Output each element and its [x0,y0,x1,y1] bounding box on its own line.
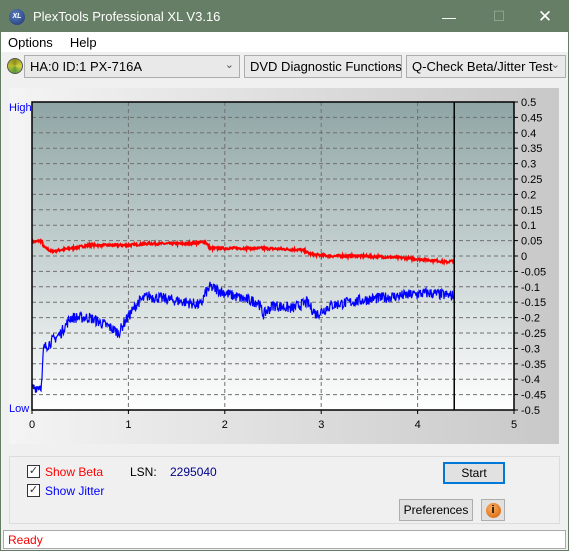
y-tick-label: -0.5 [521,405,540,417]
y-tick-label: -0.45 [521,390,546,402]
x-tick-label: 1 [125,419,131,431]
high-label: High [9,102,32,114]
test-value: Q-Check Beta/Jitter Test [412,59,553,74]
y-tick-label: -0.2 [521,313,540,325]
show-beta-label: Show Beta [45,465,104,479]
x-tick-label: 3 [318,419,324,431]
y-tick-label: 0.05 [521,236,542,248]
disc-icon [7,58,23,74]
chevron-down-icon: ⌄ [224,59,234,71]
y-tick-label: 0.45 [521,112,542,124]
toolbar: HA:0 ID:1 PX-716A ⌄ DVD Diagnostic Functi… [1,54,568,80]
x-tick-label: 2 [222,419,228,431]
menu-help[interactable]: Help [70,35,97,50]
menu-bar: Options Help [1,32,568,52]
start-button[interactable]: Start [443,462,505,484]
low-label: Low [9,403,29,415]
info-icon: i [485,502,501,518]
chart-panel: 0.5 0.45 0.4 0.35 0.3 0.25 0.2 0.15 0.1 0.05 0 -0.0… [9,88,559,444]
app-window: XL PlexTools Professional XL V3.16 — ☐ ✕… [0,0,569,551]
y-tick-label: -0.35 [521,359,546,371]
drive-select[interactable]: HA:0 ID:1 PX-716A ⌄ [24,55,240,78]
y-tick-label: 0.25 [521,174,542,186]
maximize-button[interactable]: ☐ [476,1,522,32]
y-tick-label: 0.5 [521,97,536,109]
test-select[interactable]: Q-Check Beta/Jitter Test ⌄ [406,55,566,78]
chevron-down-icon: ⌄ [386,59,396,71]
function-value: DVD Diagnostic Functions [250,59,402,74]
y-tick-label: -0.1 [521,282,540,294]
status-bar: Ready [3,530,566,549]
y-tick-label: -0.05 [521,266,546,278]
drive-value: HA:0 ID:1 PX-716A [30,59,142,74]
show-beta-checkbox[interactable]: ✓ [27,465,40,478]
beta-jitter-chart: 0.5 0.45 0.4 0.35 0.3 0.25 0.2 0.15 0.1 0.05 0 -0.0… [9,97,546,431]
app-logo: XL [9,8,25,25]
chevron-down-icon: ⌄ [550,59,560,71]
y-tick-label: 0.2 [521,189,536,201]
menu-options[interactable]: Options [8,35,53,50]
show-jitter-checkbox[interactable]: ✓ [27,484,40,497]
preferences-button[interactable]: Preferences [399,499,473,521]
title-bar: XL PlexTools Professional XL V3.16 — ☐ ✕ [1,1,568,32]
info-button[interactable]: i [481,499,505,521]
show-jitter-label: Show Jitter [45,484,105,498]
lsn-value: 2295040 [170,465,217,479]
y-tick-label: 0.3 [521,159,536,171]
y-tick-label: -0.3 [521,343,540,355]
window-title: PlexTools Professional XL V3.16 [33,9,221,24]
y-tick-label: 0.4 [521,128,536,140]
close-button[interactable]: ✕ [522,1,568,32]
y-tick-label: -0.4 [521,374,540,386]
y-tick-label: 0.35 [521,143,542,155]
x-tick-label: 4 [415,419,421,431]
y-tick-label: -0.25 [521,328,546,340]
y-tick-label: 0.15 [521,205,542,217]
y-tick-label: -0.15 [521,297,546,309]
x-tick-label: 0 [29,419,35,431]
y-tick-label: 0 [521,251,527,263]
controls-panel: ✓ Show Beta ✓ Show Jitter LSN: 2295040 S… [9,456,560,524]
lsn-label: LSN: [130,465,157,479]
function-select[interactable]: DVD Diagnostic Functions ⌄ [244,55,402,78]
y-tick-label: 0.1 [521,220,536,232]
minimize-button[interactable]: — [426,1,472,32]
x-tick-label: 5 [511,419,517,431]
